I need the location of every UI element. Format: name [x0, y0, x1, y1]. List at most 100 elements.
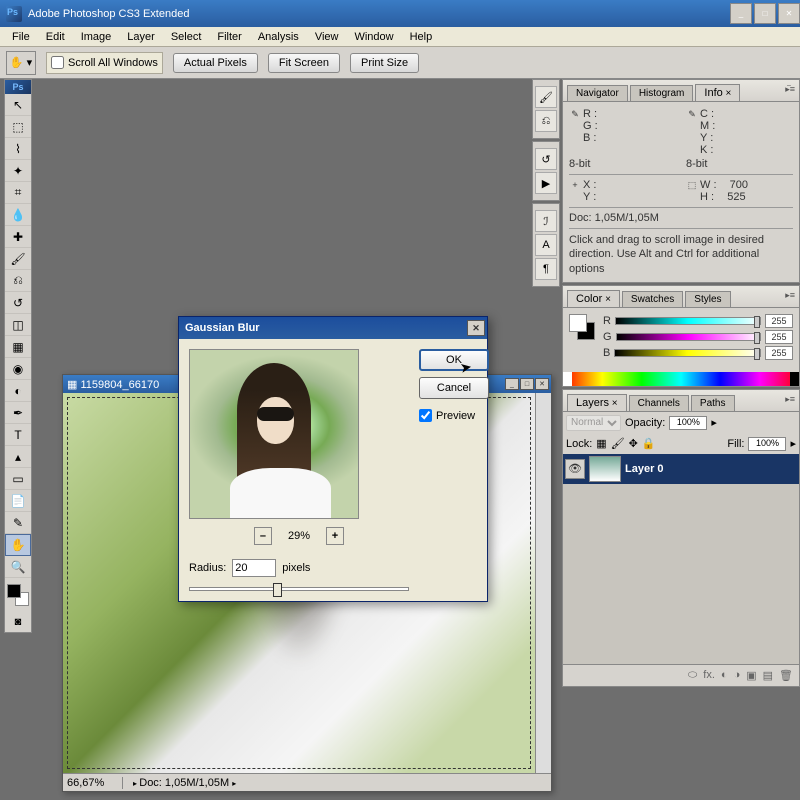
ok-button[interactable]: OK: [419, 349, 489, 371]
color-fgbg-swatch[interactable]: [569, 314, 597, 342]
magic-wand-tool[interactable]: ✦: [5, 160, 31, 182]
dialog-titlebar[interactable]: Gaussian Blur ✕: [179, 317, 487, 339]
pen-tool[interactable]: ✒: [5, 402, 31, 424]
menu-image[interactable]: Image: [73, 29, 120, 45]
tab-paths[interactable]: Paths: [691, 395, 735, 411]
move-tool[interactable]: ↖: [5, 94, 31, 116]
type-tool[interactable]: T: [5, 424, 31, 446]
toolbox-header-icon[interactable]: Ps: [5, 80, 31, 94]
color-swatches[interactable]: [5, 582, 31, 612]
g-value[interactable]: 255: [765, 330, 793, 344]
eyedropper-tool[interactable]: 💧: [5, 204, 31, 226]
b-value[interactable]: 255: [765, 346, 793, 360]
radius-input[interactable]: [232, 559, 276, 577]
layer-mask-icon[interactable]: ◐: [721, 669, 728, 681]
layer-thumbnail[interactable]: [589, 456, 621, 482]
adjustment-layer-icon[interactable]: ◑: [734, 669, 741, 681]
preview-checkbox-row[interactable]: Preview: [419, 409, 489, 422]
new-layer-icon[interactable]: ▤: [763, 669, 773, 682]
r-slider[interactable]: [615, 317, 761, 325]
link-layers-icon[interactable]: ⬭: [688, 669, 697, 682]
dock-paragraph2-icon[interactable]: ¶: [535, 258, 557, 280]
lock-move-icon[interactable]: ✥: [629, 437, 638, 450]
tab-layers[interactable]: Layers ×: [567, 394, 627, 411]
new-group-icon[interactable]: ▣: [746, 669, 756, 682]
menu-layer[interactable]: Layer: [119, 29, 163, 45]
lock-all-icon[interactable]: 🔒: [642, 437, 656, 450]
layers-panel-menu-icon[interactable]: ▸≡: [785, 394, 795, 405]
menu-window[interactable]: Window: [346, 29, 401, 45]
crop-tool[interactable]: ⌗: [5, 182, 31, 204]
menu-file[interactable]: File: [4, 29, 38, 45]
dock-clone-icon[interactable]: ⎌: [535, 110, 557, 132]
blur-tool[interactable]: ◉: [5, 358, 31, 380]
menu-analysis[interactable]: Analysis: [250, 29, 307, 45]
stamp-tool[interactable]: ⎌: [5, 270, 31, 292]
path-select-tool[interactable]: ▴: [5, 446, 31, 468]
spectrum-bar[interactable]: [563, 372, 799, 386]
preview-checkbox[interactable]: [419, 409, 432, 422]
hand-tool[interactable]: ✋: [5, 534, 31, 556]
blend-mode-select[interactable]: Normal: [566, 415, 621, 431]
zoom-level[interactable]: 66,67%: [63, 777, 123, 789]
minimize-button[interactable]: _: [730, 3, 752, 24]
radius-slider[interactable]: [189, 587, 409, 591]
lock-paint-icon[interactable]: 🖌: [611, 437, 625, 450]
zoom-out-button[interactable]: –: [254, 527, 272, 545]
dock-actions-icon[interactable]: ▶: [535, 172, 557, 194]
maximize-button[interactable]: □: [754, 3, 776, 24]
r-value[interactable]: 255: [765, 314, 793, 328]
menu-select[interactable]: Select: [163, 29, 210, 45]
tab-channels[interactable]: Channels: [629, 395, 689, 411]
doc-maximize-button[interactable]: □: [520, 378, 534, 390]
document-info[interactable]: ▸ Doc: 1,05M/1,05M ▸: [123, 777, 236, 789]
doc-minimize-button[interactable]: _: [505, 378, 519, 390]
menu-help[interactable]: Help: [402, 29, 441, 45]
delete-layer-icon[interactable]: 🗑: [779, 669, 793, 682]
tab-color[interactable]: Color ×: [567, 290, 620, 307]
current-tool-icon[interactable]: ✋ ▾: [6, 51, 36, 75]
scroll-all-checkbox-input[interactable]: [51, 56, 64, 69]
tab-styles[interactable]: Styles: [685, 291, 730, 307]
lasso-tool[interactable]: ⌇: [5, 138, 31, 160]
opacity-input[interactable]: 100%: [669, 416, 707, 430]
menu-view[interactable]: View: [307, 29, 347, 45]
actual-pixels-button[interactable]: Actual Pixels: [173, 53, 258, 73]
shape-tool[interactable]: ▭: [5, 468, 31, 490]
dock-history-icon[interactable]: ↺: [535, 148, 557, 170]
brush-tool[interactable]: 🖌: [5, 248, 31, 270]
dock-paragraph-icon[interactable]: A: [535, 234, 557, 256]
g-slider[interactable]: [616, 333, 761, 341]
eraser-tool[interactable]: ◫: [5, 314, 31, 336]
fit-screen-button[interactable]: Fit Screen: [268, 53, 340, 73]
color-panel-menu-icon[interactable]: ▸≡: [785, 290, 795, 301]
close-button[interactable]: ✕: [778, 3, 800, 24]
tab-info[interactable]: Info ×: [695, 84, 740, 101]
tab-histogram[interactable]: Histogram: [630, 85, 694, 101]
tab-swatches[interactable]: Swatches: [622, 291, 683, 307]
zoom-in-button[interactable]: +: [326, 527, 344, 545]
color-fg-swatch[interactable]: [569, 314, 587, 332]
cancel-button[interactable]: Cancel: [419, 377, 489, 399]
healing-tool[interactable]: ✚: [5, 226, 31, 248]
quickmask-toggle[interactable]: ◙: [5, 612, 31, 632]
filter-preview[interactable]: [189, 349, 359, 519]
menu-filter[interactable]: Filter: [209, 29, 249, 45]
eyedropper2-tool[interactable]: ✎: [5, 512, 31, 534]
panel-minimize-icon[interactable]: –: [787, 82, 797, 92]
doc-close-button[interactable]: ✕: [535, 378, 549, 390]
dock-brush-icon[interactable]: 🖌: [535, 86, 557, 108]
layer-visibility-icon[interactable]: 👁: [565, 459, 585, 479]
dodge-tool[interactable]: ◐: [5, 380, 31, 402]
gradient-tool[interactable]: ▦: [5, 336, 31, 358]
layer-fx-icon[interactable]: fx.: [703, 669, 715, 681]
layer-0-row[interactable]: 👁 Layer 0: [563, 454, 799, 484]
radius-slider-thumb[interactable]: [273, 583, 282, 597]
b-slider[interactable]: [614, 349, 761, 357]
scroll-all-windows-checkbox[interactable]: Scroll All Windows: [46, 52, 163, 74]
foreground-color-swatch[interactable]: [7, 584, 21, 598]
lock-transparency-icon[interactable]: ▦: [596, 437, 606, 450]
dialog-close-button[interactable]: ✕: [467, 320, 485, 336]
fill-input[interactable]: 100%: [748, 437, 786, 451]
dock-character-icon[interactable]: ℐ: [535, 210, 557, 232]
